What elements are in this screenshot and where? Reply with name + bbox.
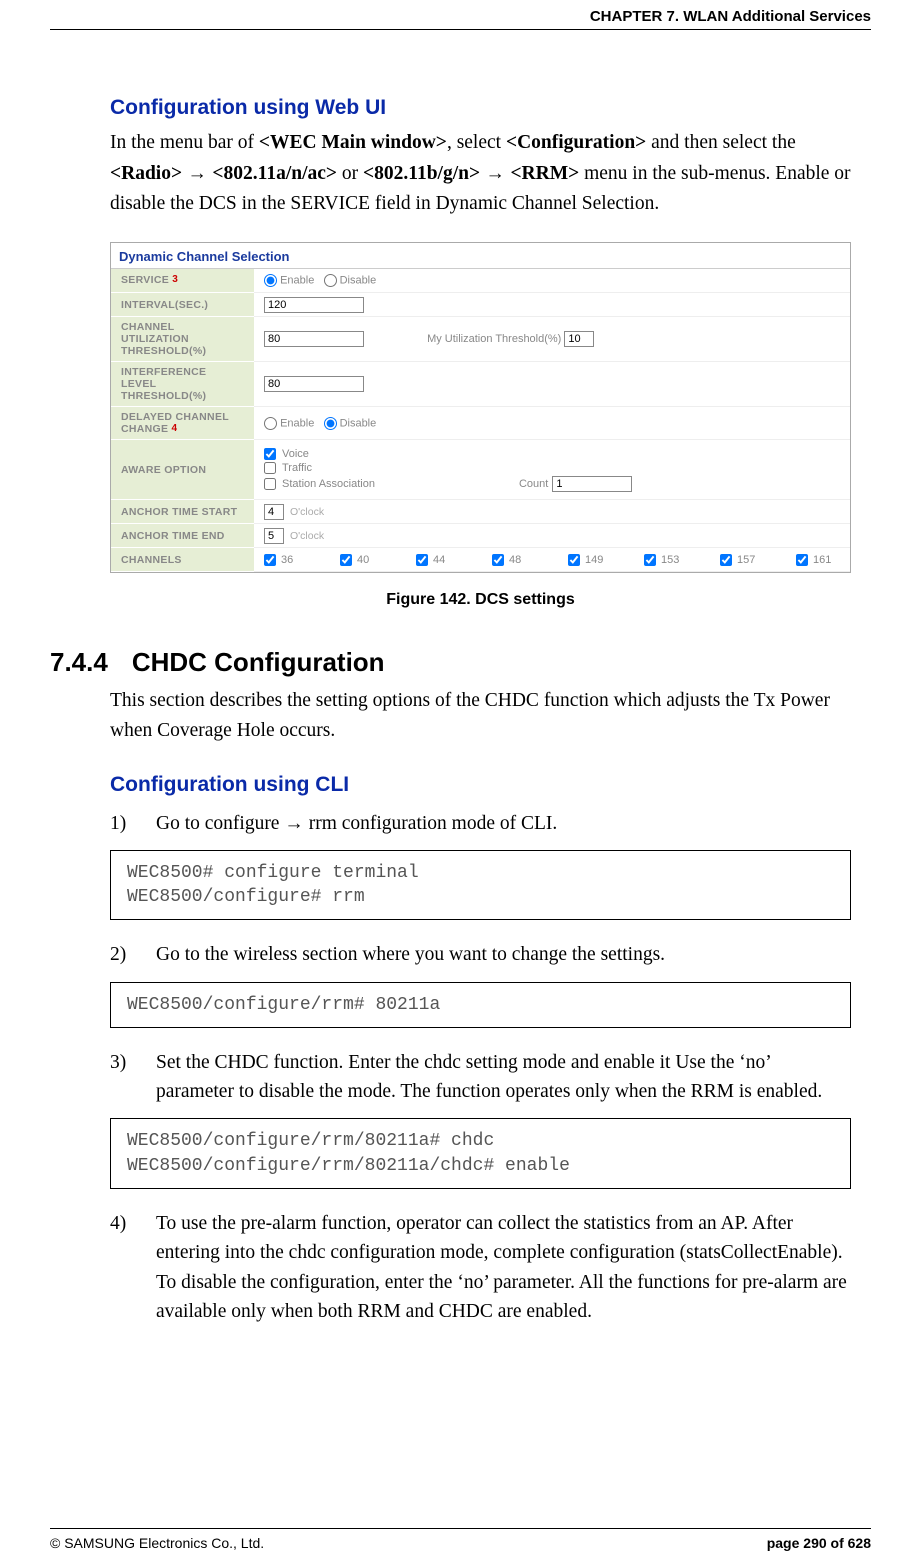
page-header: CHAPTER 7. WLAN Additional Services [50,0,871,30]
code-block-3: WEC8500/configure/rrm/80211a# chdc WEC85… [110,1118,851,1189]
dcc-disable-radio[interactable] [324,417,337,430]
heading-cli: Configuration using CLI [110,773,851,797]
ch-153-cb[interactable] [644,554,656,566]
section-number: 7.4.4 [50,647,108,678]
dcs-title: Dynamic Channel Selection [111,243,850,269]
dcc-enable-radio[interactable] [264,417,277,430]
ch-44-cb[interactable] [416,554,428,566]
dcs-panel: Dynamic Channel Selection SERVICE 3 Enab… [110,242,851,574]
aware-sa-cb[interactable] [264,478,276,490]
ats-input[interactable] [264,504,284,520]
chapter-title: CHAPTER 7. WLAN Additional Services [590,8,871,25]
ch-48-cb[interactable] [492,554,504,566]
step-3: 3) Set the CHDC function. Enter the chdc… [110,1048,851,1107]
label-ats: ANCHOR TIME START [111,500,254,524]
val-service: Enable Disable [254,269,850,293]
dcs-table: SERVICE 3 Enable Disable INTERVAL(SEC.) … [111,269,850,573]
ch-161-cb[interactable] [796,554,808,566]
step-2: 2) Go to the wireless section where you … [110,940,851,969]
section-title: CHDC Configuration [132,647,385,678]
footer-copyright: © SAMSUNG Electronics Co., Ltd. [50,1535,264,1551]
chdc-intro-para: This section describes the setting optio… [110,686,851,746]
aware-voice-cb[interactable] [264,448,276,460]
code-block-1: WEC8500# configure terminal WEC8500/conf… [110,850,851,921]
footer-page: page 290 of 628 [767,1535,871,1551]
ch-149-cb[interactable] [568,554,580,566]
page-content: Configuration using Web UI In the menu b… [50,96,871,1326]
step-1: 1) Go to configure → rrm configuration m… [110,809,851,838]
ilt-input[interactable] [264,376,364,392]
service-disable-radio[interactable] [324,274,337,287]
label-channels: CHANNELS [111,548,254,572]
figure-caption: Figure 142. DCS settings [110,591,851,609]
label-interval: INTERVAL(SEC.) [111,293,254,317]
myut-input[interactable] [564,331,594,347]
service-enable-radio[interactable] [264,274,277,287]
cut-input[interactable] [264,331,364,347]
ch-157-cb[interactable] [720,554,732,566]
label-ate: ANCHOR TIME END [111,524,254,548]
ch-36-cb[interactable] [264,554,276,566]
aware-traffic-cb[interactable] [264,462,276,474]
label-ilt: INTERFERENCE LEVEL THRESHOLD(%) [111,362,254,407]
code-block-2: WEC8500/configure/rrm# 80211a [110,982,851,1028]
page-footer: © SAMSUNG Electronics Co., Ltd. page 290… [50,1528,871,1551]
aware-count-input[interactable] [552,476,632,492]
step-4: 4) To use the pre-alarm function, operat… [110,1209,851,1326]
label-service: SERVICE 3 [111,269,254,293]
ch-40-cb[interactable] [340,554,352,566]
section-heading: 7.4.4 CHDC Configuration [50,647,851,678]
label-aware: AWARE OPTION [111,440,254,500]
label-cut: CHANNEL UTILIZATION THRESHOLD(%) [111,317,254,362]
web-ui-para: In the menu bar of <WEC Main window>, se… [110,128,851,220]
label-dcc: DELAYED CHANNEL CHANGE 4 [111,407,254,440]
channels-row: 36 40 44 48 149 153 157 161 [264,552,840,568]
ate-input[interactable] [264,528,284,544]
heading-web-ui: Configuration using Web UI [110,96,851,120]
interval-input[interactable] [264,297,364,313]
